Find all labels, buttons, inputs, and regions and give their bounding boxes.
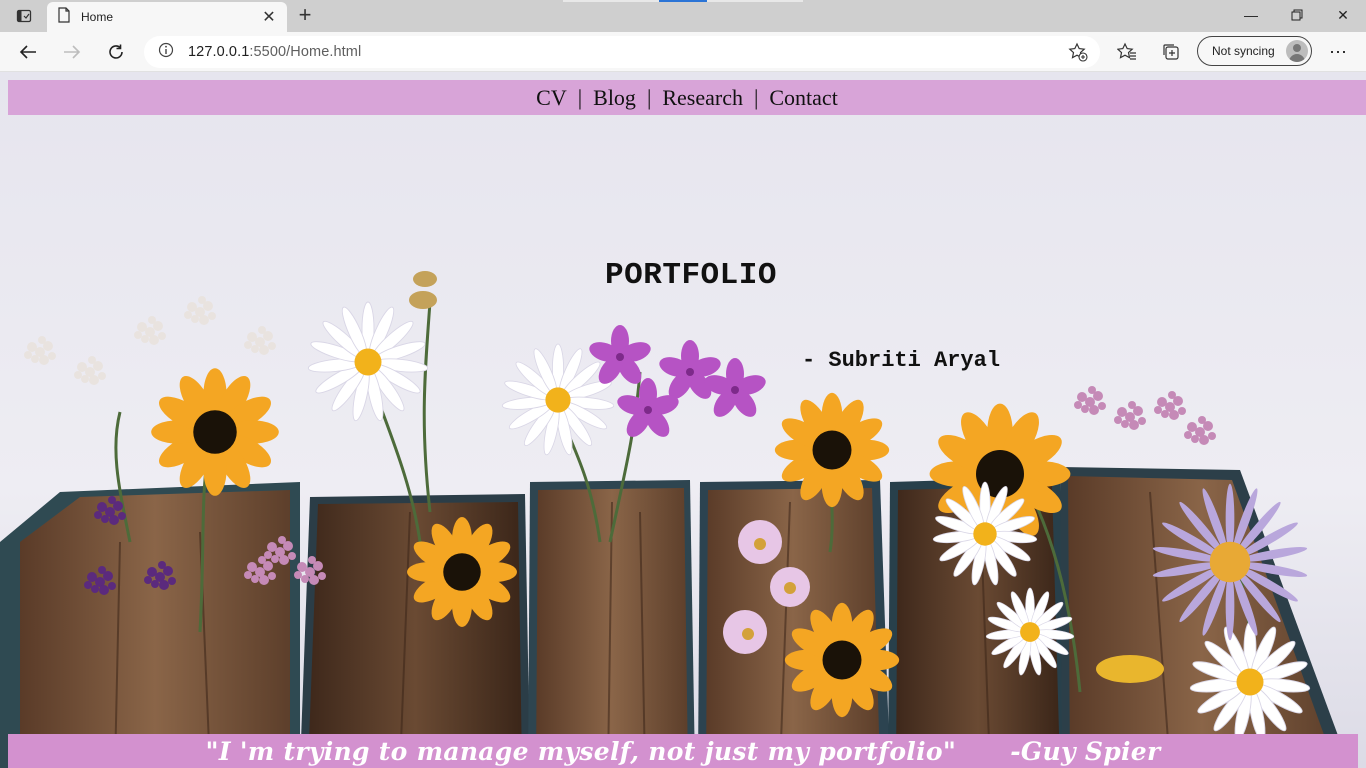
page-icon xyxy=(57,6,71,28)
tab-title: Home xyxy=(81,10,114,24)
browser-tab-home[interactable]: Home ✕ xyxy=(47,2,287,32)
minimize-icon[interactable]: — xyxy=(1228,0,1274,30)
nav-link-cv[interactable]: CV xyxy=(536,85,567,111)
nav-link-research[interactable]: Research xyxy=(662,85,743,111)
flowers-on-books-background xyxy=(0,72,1366,768)
back-arrow-icon[interactable] xyxy=(14,38,42,66)
collections-icon[interactable] xyxy=(1157,38,1185,66)
author-name: - Subriti Aryal xyxy=(802,348,1001,373)
forward-arrow-icon[interactable] xyxy=(58,38,86,66)
profile-avatar-icon xyxy=(1286,40,1308,62)
nav-separator: | xyxy=(753,84,759,110)
refresh-icon[interactable] xyxy=(102,38,130,66)
nav-separator: | xyxy=(577,84,583,110)
browser-toolbar: 127.0.0.1:5500/Home.html Not syncing ⋯ xyxy=(0,32,1366,72)
quote-author: -Guy Spier xyxy=(1010,736,1161,766)
url-text: 127.0.0.1:5500/Home.html xyxy=(188,44,362,60)
close-tab-icon[interactable]: ✕ xyxy=(261,7,277,27)
page-viewport: CV | Blog | Research | Contact PORTFOLIO… xyxy=(0,72,1366,768)
close-window-icon[interactable]: ✕ xyxy=(1320,0,1366,30)
site-info-icon[interactable] xyxy=(158,42,174,63)
quote-footer: "I 'm trying to manage myself, not just … xyxy=(8,734,1358,768)
sync-button[interactable]: Not syncing xyxy=(1197,36,1312,66)
address-bar[interactable]: 127.0.0.1:5500/Home.html xyxy=(144,36,1100,68)
page-title: PORTFOLIO xyxy=(605,258,777,293)
window-controls: — ✕ xyxy=(1228,0,1366,32)
browser-tab-strip: Home ✕ + — ✕ xyxy=(0,0,1366,32)
nav-separator: | xyxy=(646,84,652,110)
favorites-icon[interactable] xyxy=(1113,38,1141,66)
tab-actions-icon[interactable] xyxy=(8,6,40,26)
add-favorite-icon[interactable] xyxy=(1068,42,1088,67)
nav-link-blog[interactable]: Blog xyxy=(593,85,636,111)
loading-indicator xyxy=(563,0,803,2)
new-tab-icon[interactable]: + xyxy=(293,4,317,27)
sync-label: Not syncing xyxy=(1212,44,1275,58)
quote-text: "I 'm trying to manage myself, not just … xyxy=(205,736,957,766)
site-nav: CV | Blog | Research | Contact xyxy=(8,80,1366,115)
more-options-icon[interactable]: ⋯ xyxy=(1324,38,1352,66)
nav-link-contact[interactable]: Contact xyxy=(769,85,837,111)
restore-icon[interactable] xyxy=(1274,0,1320,30)
